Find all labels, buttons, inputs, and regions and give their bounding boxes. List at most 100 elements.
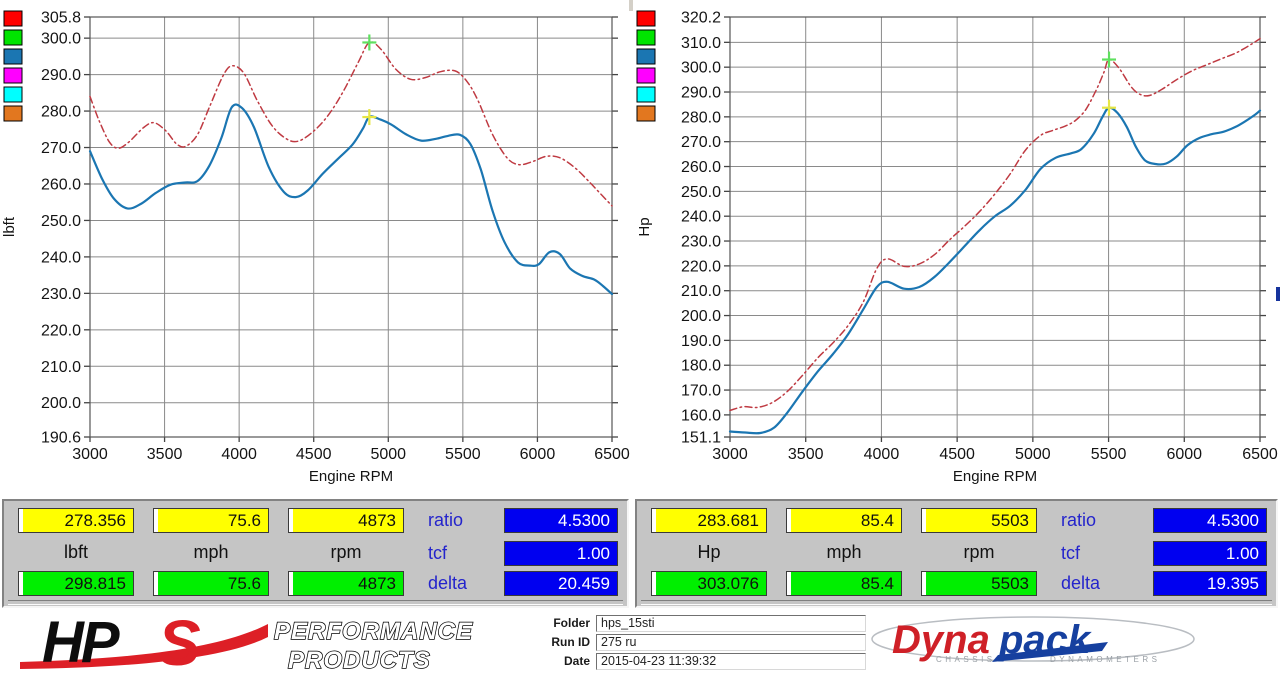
delta-label: delta xyxy=(428,573,467,594)
ratio-label: ratio xyxy=(428,510,463,531)
hps-word-performance: PERFORMANCE xyxy=(274,618,473,645)
x-tick-label: 5000 xyxy=(370,446,406,463)
y-tick-label: 270.0 xyxy=(681,134,721,151)
y-tick-label: 220.0 xyxy=(41,322,81,339)
y-tick-label: 290.0 xyxy=(681,85,721,102)
y-tick-label: 170.0 xyxy=(681,383,721,400)
panel-groove xyxy=(641,600,1272,605)
power-readout-panel: 283.681 85.4 5503 ratio 4.5300 Hp mph rp… xyxy=(635,499,1278,608)
y-tick-label: 230.0 xyxy=(681,234,721,251)
y-axis-label: lbft xyxy=(1,216,18,237)
y-tick-label: 190.0 xyxy=(681,333,721,350)
ratio-label: ratio xyxy=(1061,510,1096,531)
hps-performance-logo: HP S PERFORMANCE PRODUCTS xyxy=(12,612,482,672)
reference-rpm-value: 5503 xyxy=(921,571,1037,596)
y-tick-label: 260.0 xyxy=(681,159,721,176)
x-tick-label: 6000 xyxy=(1166,446,1202,463)
x-axis-label: Engine RPM xyxy=(953,468,1037,485)
plot-frame xyxy=(90,17,612,437)
footer-bar: HP S PERFORMANCE PRODUCTS Folder hps_15s… xyxy=(0,610,1280,674)
y-tick-label: 310.0 xyxy=(681,35,721,52)
cursor-power-value: 283.681 xyxy=(651,508,767,533)
plot-frame xyxy=(730,17,1260,437)
y-tick-label: 220.0 xyxy=(681,258,721,275)
x-tick-label: 5500 xyxy=(1091,446,1127,463)
current-run-power-curve xyxy=(730,108,1260,434)
y-tick-label: 250.0 xyxy=(681,184,721,201)
ratio-field[interactable]: 4.5300 xyxy=(504,508,618,533)
torque-chart: 305.8300.0290.0280.0270.0260.0250.0240.0… xyxy=(0,0,629,497)
date-field-row: Date 2015-04-23 11:39:32 xyxy=(490,653,870,669)
dynapack-sub-chassis: CHASSIS xyxy=(936,655,996,664)
reference-run-torque-curve xyxy=(90,42,612,206)
torque-plot: 305.8300.0290.0280.0270.0260.0250.0240.0… xyxy=(0,0,629,497)
x-tick-label: 4500 xyxy=(296,446,332,463)
x-tick-label: 4000 xyxy=(864,446,900,463)
dynapack-logo: Dyna pack CHASSIS DYNAMOMETERS xyxy=(868,614,1198,670)
tcf-label: tcf xyxy=(428,543,447,564)
cursor-torque-value: 278.356 xyxy=(18,508,134,533)
legend-swatch-magenta xyxy=(4,68,22,83)
y-tick-label: 200.0 xyxy=(41,395,81,412)
folder-label: Folder xyxy=(490,615,590,631)
cursor-speed-value: 85.4 xyxy=(786,508,902,533)
y-tick-label: 200.0 xyxy=(681,308,721,325)
dynapack-sub-dynamometers: DYNAMOMETERS xyxy=(1050,655,1160,664)
hps-letters-hp: HP xyxy=(42,612,120,672)
y-tick-label: 240.0 xyxy=(41,249,81,266)
speed-unit-label: mph xyxy=(786,542,902,563)
y-axis-label: Hp xyxy=(636,217,653,236)
y-tick-label: 305.8 xyxy=(41,10,81,27)
legend-swatch-orange xyxy=(4,106,22,121)
y-tick-label: 300.0 xyxy=(41,31,81,48)
run-id-field-row: Run ID 275 ru xyxy=(490,634,870,650)
y-tick-label: 160.0 xyxy=(681,407,721,424)
y-tick-label: 280.0 xyxy=(681,109,721,126)
reference-speed-value: 85.4 xyxy=(786,571,902,596)
reference-rpm-value: 4873 xyxy=(288,571,404,596)
speed-unit-label: mph xyxy=(153,542,269,563)
legend-swatch-red xyxy=(637,11,655,26)
run-id-label: Run ID xyxy=(490,634,590,650)
date-input[interactable]: 2015-04-23 11:39:32 xyxy=(596,653,866,670)
tcf-field[interactable]: 1.00 xyxy=(1153,541,1267,566)
x-tick-label: 3000 xyxy=(712,446,748,463)
torque-readout-panel: 278.356 75.6 4873 ratio 4.5300 lbft mph … xyxy=(2,499,629,608)
dyno-software-window: Torque (Axle Torque ÷ Gear Ratio): Corr:… xyxy=(0,0,1280,674)
reference-run-power-curve xyxy=(730,39,1260,411)
x-tick-label: 3500 xyxy=(788,446,824,463)
reference-speed-value: 75.6 xyxy=(153,571,269,596)
y-tick-label: 210.0 xyxy=(41,359,81,376)
rpm-unit-label: rpm xyxy=(921,542,1037,563)
legend-swatch-red xyxy=(4,11,22,26)
folder-input[interactable]: hps_15sti xyxy=(596,615,866,632)
run-id-input[interactable]: 275 ru xyxy=(596,634,866,651)
y-tick-label: 290.0 xyxy=(41,67,81,84)
power-plot: 320.2310.0300.0290.0280.0270.0260.0250.0… xyxy=(633,0,1280,497)
cursor-speed-value: 75.6 xyxy=(153,508,269,533)
x-tick-label: 4000 xyxy=(221,446,257,463)
x-tick-label: 6500 xyxy=(1242,446,1278,463)
window-edge-artifact xyxy=(1276,287,1280,301)
x-tick-label: 3000 xyxy=(72,446,108,463)
x-tick-label: 5500 xyxy=(445,446,481,463)
y-tick-label: 320.2 xyxy=(681,10,721,27)
power-unit-label: Hp xyxy=(651,542,767,563)
x-tick-label: 3500 xyxy=(147,446,183,463)
y-tick-label: 151.1 xyxy=(681,430,721,447)
x-axis-label: Engine RPM xyxy=(309,468,393,485)
reference-torque-value: 298.815 xyxy=(18,571,134,596)
y-tick-label: 240.0 xyxy=(681,209,721,226)
legend-swatch-orange xyxy=(637,106,655,121)
ratio-field[interactable]: 4.5300 xyxy=(1153,508,1267,533)
legend-swatch-green xyxy=(637,30,655,45)
y-tick-label: 260.0 xyxy=(41,176,81,193)
tcf-field[interactable]: 1.00 xyxy=(504,541,618,566)
y-tick-label: 190.6 xyxy=(41,430,81,447)
y-tick-label: 180.0 xyxy=(681,358,721,375)
cursor-rpm-value: 5503 xyxy=(921,508,1037,533)
y-tick-label: 210.0 xyxy=(681,283,721,300)
panel-groove xyxy=(8,600,623,605)
y-tick-label: 250.0 xyxy=(41,213,81,230)
y-tick-label: 270.0 xyxy=(41,140,81,157)
